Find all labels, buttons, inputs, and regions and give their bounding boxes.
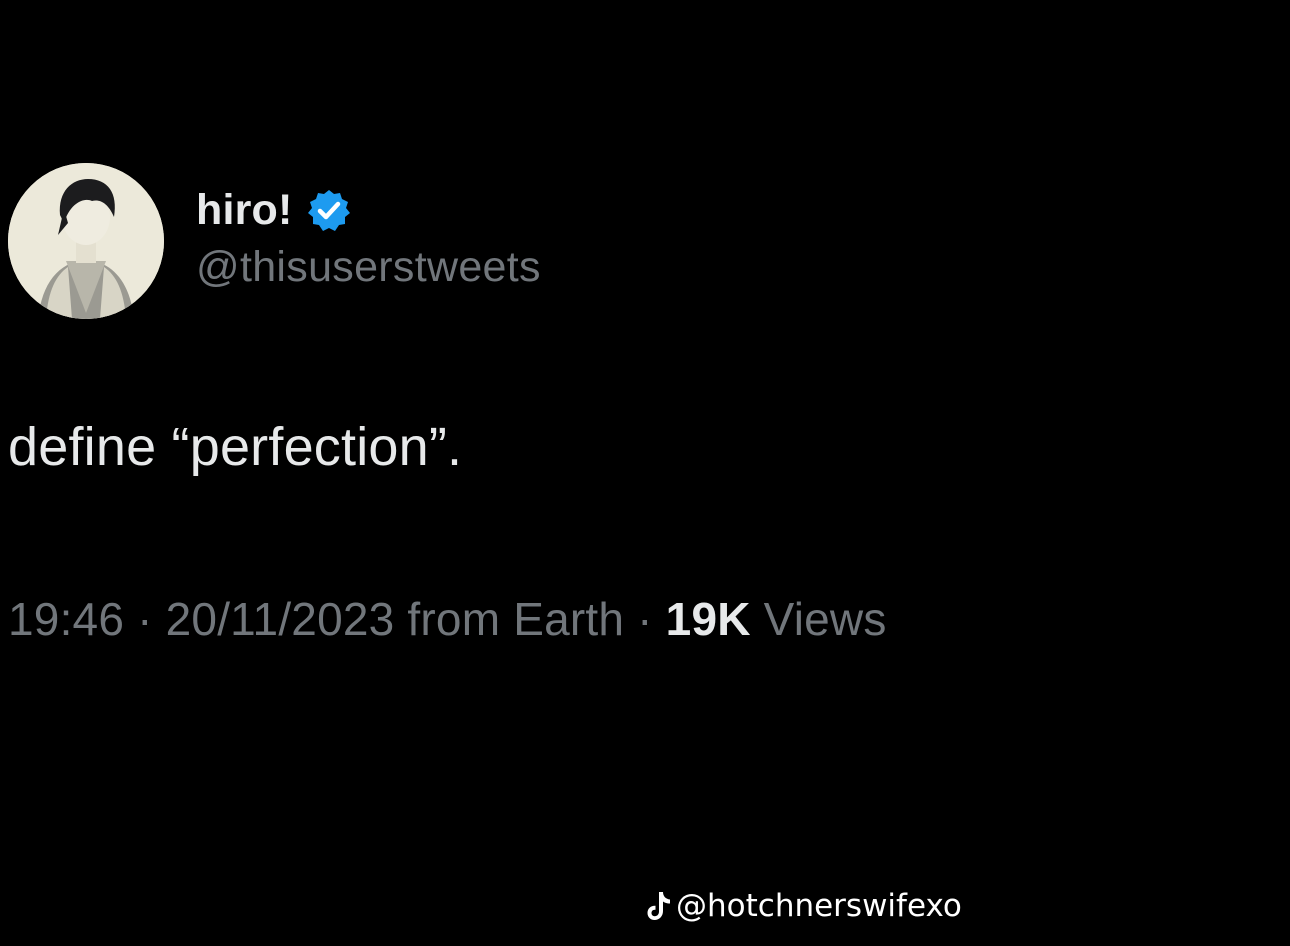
meta-separator: · bbox=[637, 593, 653, 645]
tweet-time[interactable]: 19:46 bbox=[8, 593, 124, 645]
tiktok-watermark: @hotchnerswifexo bbox=[646, 888, 962, 924]
avatar[interactable] bbox=[8, 163, 164, 319]
tweet-header: hiro! @thisuserstweets bbox=[8, 162, 1208, 320]
watermark-username: @hotchnerswifexo bbox=[676, 888, 962, 924]
display-name-row: hiro! bbox=[196, 183, 541, 239]
tweet-source: from Earth bbox=[407, 593, 625, 645]
tweet-card: hiro! @thisuserstweets bbox=[8, 162, 1208, 320]
verified-badge-icon bbox=[305, 187, 353, 235]
tweet-meta: 19:46 · 20/11/2023 from Earth · 19K View… bbox=[8, 592, 887, 646]
display-name[interactable]: hiro! bbox=[196, 186, 293, 235]
meta-separator: · bbox=[137, 593, 153, 645]
views-count[interactable]: 19K bbox=[666, 593, 751, 645]
user-names: hiro! @thisuserstweets bbox=[196, 183, 541, 292]
tweet-date[interactable]: 20/11/2023 bbox=[166, 593, 395, 645]
views-label: Views bbox=[763, 593, 887, 645]
tweet-text: define “perfection”. bbox=[8, 417, 463, 477]
avatar-illustration bbox=[8, 163, 164, 319]
user-handle[interactable]: @thisuserstweets bbox=[196, 243, 541, 292]
tiktok-icon bbox=[646, 890, 672, 922]
